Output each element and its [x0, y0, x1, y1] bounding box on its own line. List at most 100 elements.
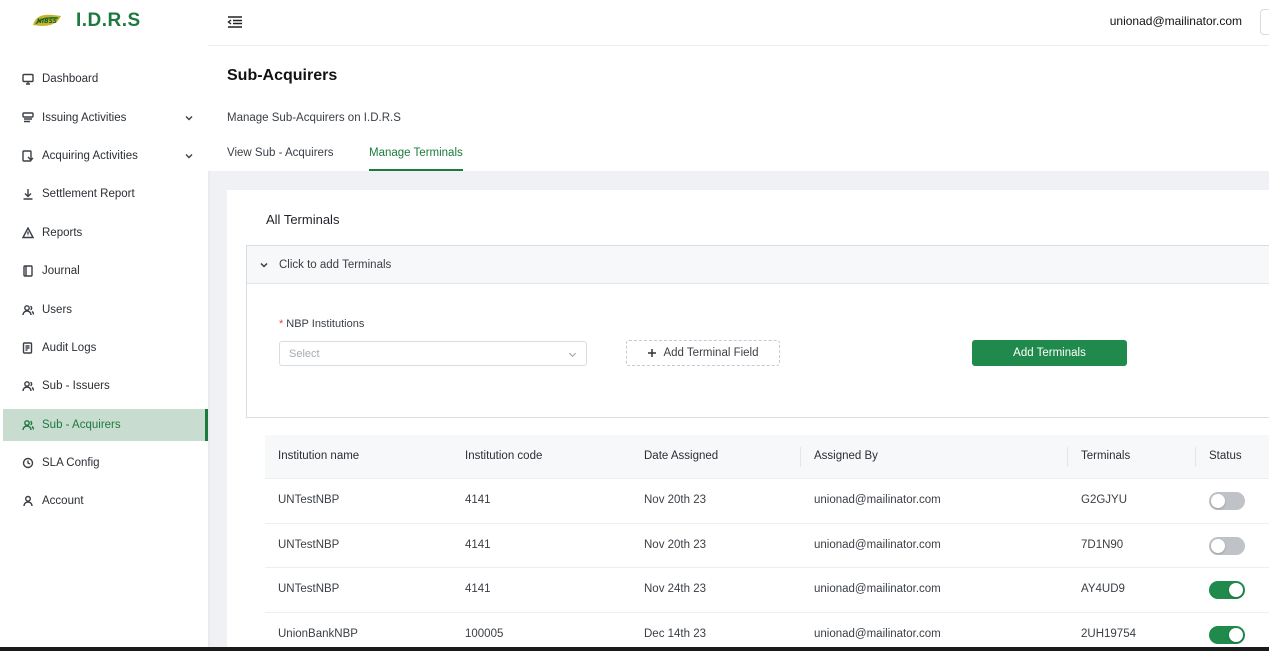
sidebar-item-label: Settlement Report: [42, 188, 135, 200]
sidebar-item-label: Account: [42, 495, 84, 507]
status-toggle[interactable]: [1209, 625, 1245, 644]
nbp-institutions-label: * NBP Institutions: [279, 318, 364, 330]
sidebar-item-label: Acquiring Activities: [42, 150, 138, 162]
required-mark: *: [279, 318, 284, 330]
cell-date-assigned: Dec 14th 23: [644, 627, 707, 640]
col-institution-code[interactable]: Institution code: [465, 450, 542, 462]
table-row: UNTestNBP 4141 Nov 20th 23 unionad@maili…: [265, 479, 1269, 524]
top-bar: unionad@mailinator.com: [208, 0, 1269, 46]
sidebar-item-users[interactable]: Users: [3, 294, 208, 326]
logo-mark-text: NIBSS: [37, 18, 57, 25]
status-toggle[interactable]: [1209, 581, 1245, 599]
column-divider: [1195, 447, 1196, 467]
cell-assigned-by: unionad@mailinator.com: [814, 583, 941, 595]
cell-institution-code: 4141: [465, 583, 491, 595]
sidebar-item-label: Users: [42, 304, 73, 316]
cell-institution-code: 4141: [465, 538, 491, 551]
field-label-text: NBP Institutions: [286, 318, 365, 330]
sla-icon: [22, 457, 34, 469]
sidebar-item-audit-logs[interactable]: Audit Logs: [3, 332, 208, 364]
audit-icon: [22, 342, 33, 354]
bottom-edge: [0, 647, 1269, 651]
sidebar-item-reports[interactable]: Reports: [3, 217, 208, 249]
nbp-institutions-select[interactable]: Select: [279, 341, 587, 366]
sidebar-item-label: Journal: [42, 265, 80, 277]
tab-manage-terminals[interactable]: Manage Terminals: [369, 147, 463, 171]
col-date-assigned[interactable]: Date Assigned: [644, 450, 718, 462]
cell-institution-code: 4141: [465, 494, 491, 506]
add-terminals-toggle[interactable]: Click to add Terminals: [247, 246, 1269, 284]
table-row: UNTestNBP 4141 Nov 24th 23 unionad@maili…: [265, 568, 1269, 613]
column-divider: [1067, 447, 1068, 467]
column-divider: [800, 447, 801, 467]
add-terminals-button[interactable]: Add Terminals: [972, 340, 1127, 366]
cell-terminal: 2UH19754: [1081, 627, 1136, 640]
page-header: Sub-Acquirers Manage Sub-Acquirers on I.…: [208, 46, 1269, 171]
page-subtitle: Manage Sub-Acquirers on I.D.R.S: [227, 112, 401, 124]
cell-date-assigned: Nov 20th 23: [644, 494, 707, 506]
cell-assigned-by: unionad@mailinator.com: [814, 494, 941, 506]
sidebar-item-issuing-activities[interactable]: Issuing Activities: [3, 102, 208, 134]
add-terminals-panel: Click to add Terminals * NBP Institutions…: [246, 245, 1269, 418]
chevron-down-icon: [568, 352, 577, 358]
terminals-card: All Terminals Click to add Terminals * NB…: [227, 190, 1269, 651]
terminals-table: Institution name Institution code Date A…: [265, 435, 1269, 651]
table-header: Institution name Institution code Date A…: [265, 435, 1269, 479]
warning-icon: [22, 227, 34, 239]
col-institution-name[interactable]: Institution name: [278, 450, 359, 462]
issuing-icon: [22, 112, 34, 123]
table-row: UNTestNBP 4141 Nov 20th 23 unionad@maili…: [265, 524, 1269, 568]
download-icon: [23, 189, 33, 200]
status-toggle[interactable]: [1209, 492, 1245, 510]
toggle-knob: [1211, 494, 1225, 508]
toggle-knob: [1229, 583, 1243, 597]
users-icon: [22, 381, 34, 392]
dashboard-icon: [22, 73, 34, 85]
app-logo[interactable]: NIBSS I.D.R.S: [30, 10, 141, 32]
tab-view-sub-acquirers[interactable]: View Sub - Acquirers: [227, 147, 334, 171]
cell-institution-name: UNTestNBP: [278, 583, 340, 595]
collapse-label: Click to add Terminals: [279, 258, 392, 271]
sidebar-item-account[interactable]: Account: [3, 485, 208, 517]
cell-institution-name: UnionBankNBP: [278, 627, 358, 640]
col-terminals[interactable]: Terminals: [1081, 450, 1130, 462]
sidebar-item-dashboard[interactable]: Dashboard: [3, 63, 208, 95]
cell-assigned-by: unionad@mailinator.com: [814, 538, 941, 551]
toggle-knob: [1229, 627, 1243, 642]
sidebar-item-acquiring-activities[interactable]: Acquiring Activities: [3, 140, 208, 172]
users-icon: [22, 420, 34, 431]
user-icon: [23, 495, 33, 507]
sidebar-item-label: Dashboard: [42, 73, 99, 85]
status-toggle[interactable]: [1209, 536, 1245, 555]
add-field-label: Add Terminal Field: [663, 347, 759, 359]
sidebar-item-sla-config[interactable]: SLA Config: [3, 447, 208, 479]
add-terminal-field-button[interactable]: Add Terminal Field: [626, 340, 780, 366]
menu-collapse-icon[interactable]: [227, 15, 243, 29]
plus-icon: [648, 349, 657, 357]
sidebar-item-journal[interactable]: Journal: [3, 255, 208, 287]
select-placeholder: Select: [289, 348, 320, 360]
cell-institution-name: UNTestNBP: [278, 494, 340, 506]
acquiring-icon: [22, 150, 34, 162]
chevron-down-icon: [185, 154, 193, 159]
cell-assigned-by: unionad@mailinator.com: [814, 627, 941, 640]
sidebar-item-sub-issuers[interactable]: Sub - Issuers: [3, 370, 208, 402]
table-row: UnionBankNBP 100005 Dec 14th 23 unionad@…: [265, 613, 1269, 651]
sidebar-item-label: Reports: [42, 227, 83, 239]
user-menu-button[interactable]: [1260, 9, 1269, 35]
sidebar-item-label: Sub - Acquirers: [42, 419, 121, 431]
sidebar-item-label: Issuing Activities: [42, 112, 127, 124]
col-assigned-by[interactable]: Assigned By: [814, 450, 878, 462]
sidebar-item-settlement-report[interactable]: Settlement Report: [3, 178, 208, 210]
col-status[interactable]: Status: [1209, 450, 1242, 462]
cell-institution-name: UNTestNBP: [278, 538, 340, 551]
nibss-logo-icon: NIBSS: [30, 11, 64, 31]
user-email[interactable]: unionad@mailinator.com: [1110, 14, 1242, 28]
book-icon: [23, 265, 33, 277]
chevron-down-icon: [185, 116, 193, 121]
cell-terminal: AY4UD9: [1081, 583, 1125, 595]
sidebar: NIBSS I.D.R.S Dashboard Issuing Activiti…: [0, 0, 208, 647]
sidebar-item-sub-acquirers[interactable]: Sub - Acquirers: [3, 409, 208, 441]
sidebar-item-label: SLA Config: [42, 457, 100, 469]
page-title: Sub-Acquirers: [227, 67, 338, 84]
